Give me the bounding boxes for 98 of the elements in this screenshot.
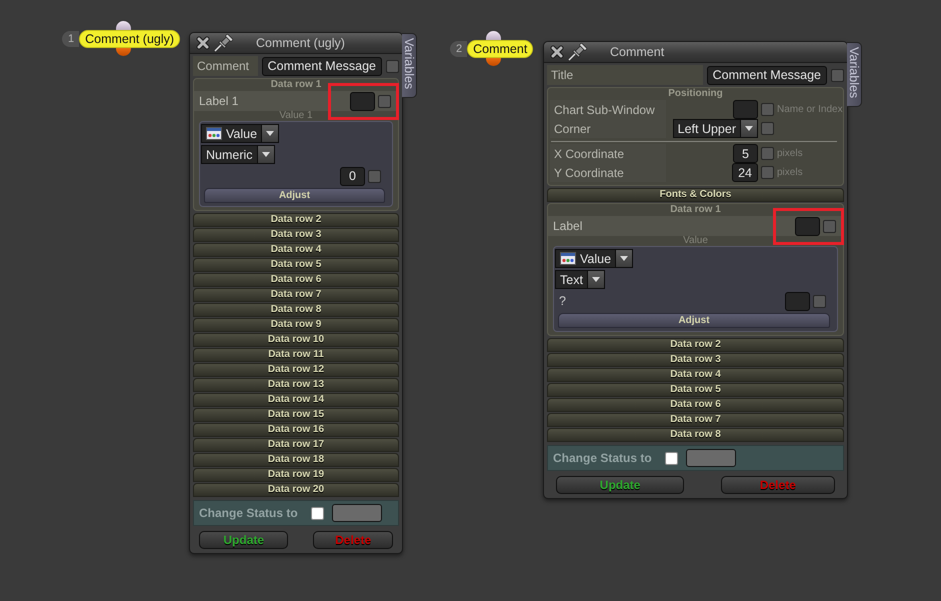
update-button[interactable]: Update [199, 531, 288, 549]
checkbox[interactable] [368, 170, 381, 182]
field-label: Comment [193, 56, 258, 76]
port-icon[interactable] [116, 48, 131, 56]
section-header[interactable]: Data row 4 [193, 243, 399, 257]
section-header[interactable]: Data row 7 [547, 413, 844, 427]
section-header[interactable]: Fonts & Colors [547, 188, 844, 202]
update-button[interactable]: Update [556, 476, 684, 494]
section-caption: Value [682, 236, 709, 246]
section-header[interactable]: Data row 8 [193, 303, 399, 317]
input-field[interactable]: 0 [340, 166, 365, 186]
pin-icon[interactable] [568, 43, 588, 61]
field-label: Label [553, 219, 584, 233]
section-header[interactable]: Data row 19 [193, 468, 399, 482]
caret-icon [745, 126, 753, 131]
checkbox[interactable] [813, 294, 826, 308]
field-label: Corner [550, 119, 666, 138]
dropdown[interactable]: Numeric [201, 145, 275, 164]
field-label: Y Coordinate [550, 163, 666, 182]
node-label[interactable]: Comment [467, 40, 534, 58]
section-header[interactable]: Data row 6 [547, 398, 844, 412]
side-tab[interactable]: Variables [847, 42, 862, 107]
input-field[interactable] [332, 504, 382, 522]
section-header[interactable]: Data row 9 [193, 318, 399, 332]
node-number: 2 [450, 41, 468, 57]
node-number: 1 [62, 31, 80, 47]
dropdown[interactable]: Text [555, 270, 605, 289]
section-header[interactable]: Data row 5 [193, 258, 399, 272]
checkbox[interactable] [386, 60, 399, 72]
dropdown[interactable]: Left Upper [672, 119, 758, 138]
port-icon[interactable] [486, 31, 502, 40]
dropdown[interactable]: Value [555, 249, 634, 268]
section-header[interactable]: Data row 3 [193, 228, 399, 242]
caret-icon [266, 131, 274, 136]
checkbox[interactable] [761, 122, 774, 135]
section-header[interactable]: Data row 20 [193, 483, 399, 497]
field-label: Title [547, 65, 703, 85]
input-field[interactable] [733, 100, 758, 119]
close-icon[interactable] [196, 36, 210, 50]
field-label: Chart Sub-Window [550, 100, 666, 119]
hint-text: pixels [777, 167, 804, 178]
checkbox[interactable] [823, 220, 836, 232]
port-icon[interactable] [116, 21, 131, 30]
checkbox[interactable] [310, 506, 324, 520]
section-header[interactable]: Data row 5 [547, 383, 844, 397]
input-field[interactable]: 5 [733, 144, 758, 163]
hint-text: pixels [777, 148, 804, 159]
input-field[interactable]: Comment Message [262, 56, 382, 76]
side-tab[interactable]: Variables [402, 33, 417, 98]
section-header[interactable]: Data row 12 [193, 363, 399, 377]
hint-text: Name or Index [777, 104, 843, 115]
checkbox[interactable] [761, 166, 774, 179]
input-field[interactable]: Comment Message [706, 66, 827, 84]
node-label[interactable]: Comment (ugly) [79, 30, 180, 48]
pin-icon[interactable] [214, 34, 234, 52]
checkbox[interactable] [664, 452, 678, 464]
section-header[interactable]: Data row 7 [193, 288, 399, 302]
section-header[interactable]: Data row 17 [193, 438, 399, 452]
adjust-button[interactable]: Adjust [558, 313, 830, 328]
input-field[interactable] [795, 216, 820, 236]
field-label: X Coordinate [550, 144, 666, 163]
input-field[interactable]: 24 [732, 163, 758, 182]
port-icon[interactable] [486, 58, 502, 66]
section-header[interactable]: Data row 11 [193, 348, 399, 362]
section-header[interactable]: Data row 14 [193, 393, 399, 407]
field-label: Label 1 [199, 94, 240, 108]
input-field[interactable] [785, 292, 810, 310]
adjust-button[interactable]: Adjust [204, 188, 385, 203]
window-icon [560, 252, 576, 265]
input-field[interactable] [686, 449, 736, 467]
dropdown[interactable]: Value [201, 124, 280, 143]
caret-icon [620, 256, 628, 261]
section-header[interactable]: Data row 13 [193, 378, 399, 392]
status-label: Change Status to [199, 506, 298, 520]
close-icon[interactable] [550, 45, 564, 59]
window-icon [206, 127, 222, 140]
section-header[interactable]: Data row 4 [547, 368, 844, 382]
checkbox[interactable] [378, 94, 391, 108]
checkbox[interactable] [761, 147, 774, 160]
section-header[interactable]: Data row 16 [193, 423, 399, 437]
section-header[interactable]: Data row 18 [193, 453, 399, 467]
section-header[interactable]: Data row 2 [193, 213, 399, 227]
section-header[interactable]: Data row 15 [193, 408, 399, 422]
section-header[interactable]: Data row 8 [547, 428, 844, 442]
caret-icon [262, 152, 270, 157]
section-header[interactable]: Data row 2 [547, 338, 844, 352]
checkbox[interactable] [761, 103, 774, 116]
checkbox[interactable] [831, 68, 844, 82]
panel-title: Comment (ugly) [256, 36, 345, 50]
field-label: ? [559, 294, 566, 308]
section-header[interactable]: Data row 6 [193, 273, 399, 287]
panel-title: Comment [610, 45, 664, 59]
input-field[interactable] [350, 92, 375, 110]
section-header[interactable]: Data row 10 [193, 333, 399, 347]
caret-icon [592, 277, 600, 282]
section-caption: Value 1 [278, 111, 314, 121]
section-header[interactable]: Data row 3 [547, 353, 844, 367]
status-label: Change Status to [553, 451, 652, 465]
